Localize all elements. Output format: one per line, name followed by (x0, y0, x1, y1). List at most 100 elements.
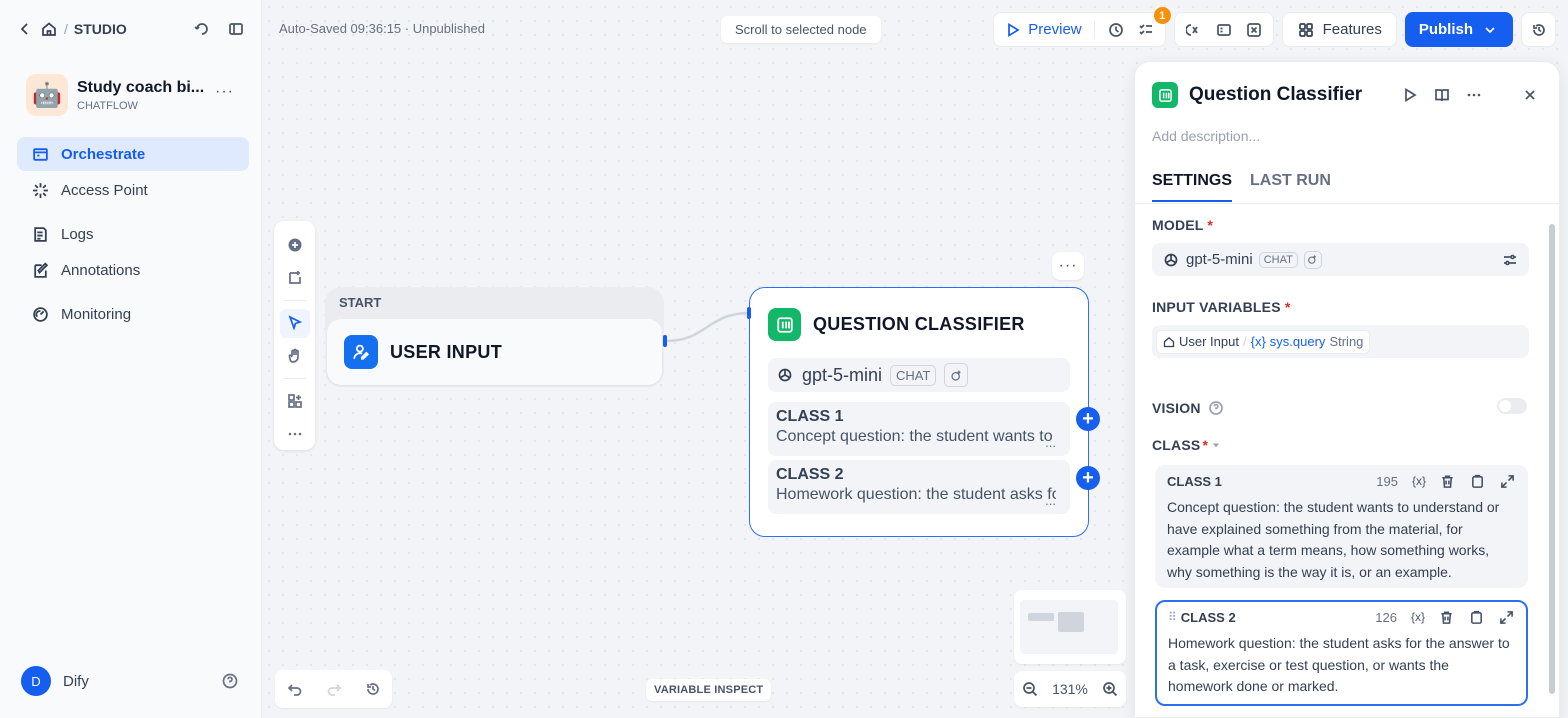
drag-handle-icon[interactable]: ⠿ (1168, 610, 1177, 624)
vision-toggle[interactable] (1497, 398, 1527, 414)
class-char-count: 195 (1376, 473, 1398, 489)
node-model-display: gpt-5-mini CHAT (768, 358, 1070, 392)
run-history-icon[interactable] (1107, 21, 1125, 39)
publish-label: Publish (1418, 21, 1473, 38)
publish-button[interactable]: Publish (1404, 12, 1513, 47)
home-icon (1163, 336, 1175, 348)
sidebar-item-label: Monitoring (61, 305, 132, 323)
class-2-editor[interactable]: ⠿ CLASS 2 126 {x} Homework question: the… (1155, 600, 1528, 706)
model-selector[interactable]: gpt-5-mini CHAT (1152, 243, 1529, 276)
description-input[interactable]: Add description... (1152, 128, 1260, 144)
organize-blocks-button[interactable] (280, 387, 310, 416)
input-variable-pill[interactable]: User Input / {x} sys.query String (1156, 329, 1371, 354)
class-1-editor[interactable]: CLASS 1 195 {x} Concept question: the st… (1155, 465, 1528, 588)
start-node[interactable]: START USER INPUT (325, 287, 664, 387)
features-icon (1297, 21, 1315, 39)
add-note-button[interactable] (280, 264, 310, 293)
conversation-variable-icon[interactable] (1185, 21, 1203, 39)
close-icon[interactable] (1521, 86, 1539, 104)
copy-icon[interactable] (1467, 608, 1485, 626)
caret-down-icon[interactable] (1210, 436, 1222, 454)
model-label: MODEL * (1152, 217, 1213, 233)
more-icon[interactable] (1465, 86, 1483, 104)
tab-last-run[interactable]: LAST RUN (1250, 172, 1331, 202)
sidebar-item-orchestrate[interactable]: Orchestrate (17, 137, 249, 171)
run-node-icon[interactable] (1401, 86, 1419, 104)
user-input-node[interactable]: USER INPUT (327, 319, 662, 385)
user-account[interactable]: D Dify (21, 666, 89, 696)
class-2-text[interactable]: Homework question: the student asks for … (1168, 633, 1515, 698)
chevron-down-icon (1481, 21, 1499, 39)
variable-name: sys.query (1269, 334, 1326, 349)
zoom-controls: 131% (1014, 671, 1126, 707)
chevron-left-icon[interactable] (16, 20, 34, 38)
global-variable-icon[interactable] (1245, 21, 1263, 39)
insert-variable-icon[interactable]: {x} (1411, 608, 1425, 626)
question-classifier-node[interactable]: QUESTION CLASSIFIER gpt-5-mini CHAT CLAS… (749, 287, 1089, 537)
start-node-output-handle[interactable] (663, 335, 667, 347)
sidebar-item-monitoring[interactable]: Monitoring (17, 297, 249, 331)
organize-icon (286, 392, 304, 410)
hand-mode-button[interactable] (280, 342, 310, 371)
model-settings-icon[interactable] (1501, 251, 1519, 269)
switch-app-icon[interactable] (193, 20, 211, 38)
help-icon[interactable] (221, 672, 239, 690)
panel-title[interactable]: Question Classifier (1189, 84, 1362, 106)
sidebar-item-access-point[interactable]: Access Point (17, 173, 249, 207)
insert-variable-icon[interactable]: {x} (1412, 472, 1426, 490)
checklist-icon[interactable] (1137, 21, 1155, 39)
node-more-button[interactable]: ··· (1052, 252, 1084, 280)
copy-icon[interactable] (1468, 472, 1486, 490)
history-icon[interactable] (364, 680, 382, 698)
zoom-level[interactable]: 131% (1052, 681, 1088, 697)
node-class-preview: Concept question: the student wants to u… (776, 428, 1056, 445)
help-docs-icon[interactable] (1433, 86, 1451, 104)
sidebar-item-annotations[interactable]: Annotations (17, 253, 249, 287)
preview-label: Preview (1028, 21, 1082, 38)
sidebar-item-logs[interactable]: Logs (17, 217, 249, 251)
delete-icon[interactable] (1437, 608, 1455, 626)
zoom-in-icon[interactable] (1101, 680, 1119, 698)
model-name: gpt-5-mini (1186, 251, 1253, 268)
input-variables-label: INPUT VARIABLES * (1152, 299, 1291, 315)
variable-inspect-button[interactable]: VARIABLE INSPECT (646, 679, 772, 701)
minimap[interactable] (1014, 590, 1126, 664)
scroll-to-selected-node-button[interactable]: Scroll to selected node (721, 16, 881, 43)
input-variable-selector[interactable]: User Input / {x} sys.query String (1152, 325, 1529, 358)
features-button[interactable]: Features (1281, 12, 1397, 47)
pointer-mode-button[interactable] (279, 308, 310, 338)
collapse-sidebar-icon[interactable] (227, 20, 245, 38)
panel-scrollbar[interactable] (1547, 214, 1557, 704)
required-mark: * (1202, 437, 1209, 453)
sidebar-nav: Orchestrate Access Point Logs Annotation… (17, 137, 249, 333)
user-name: Dify (63, 672, 89, 690)
tab-settings[interactable]: SETTINGS (1152, 172, 1233, 202)
home-icon[interactable] (40, 20, 58, 38)
class-1-add-branch-button[interactable]: + (1076, 407, 1100, 431)
node-class-2: CLASS 2 Homework question: the student a… (768, 460, 1070, 514)
app-more-icon[interactable]: ··· (215, 83, 234, 101)
zoom-out-icon[interactable] (1021, 680, 1039, 698)
env-variable-icon[interactable] (1215, 21, 1233, 39)
class-1-text[interactable]: Concept question: the student wants to u… (1167, 497, 1516, 583)
node-class-preview: Homework question: the student asks for … (776, 486, 1056, 503)
canvas-toolbox (274, 221, 315, 450)
class-2-add-branch-button[interactable]: + (1076, 466, 1100, 490)
app-card[interactable]: 🤖 Study coach bi... CHATFLOW ··· (26, 73, 246, 117)
openai-icon (1162, 251, 1180, 269)
start-node-label: START (339, 295, 382, 310)
more-tools-button[interactable] (280, 419, 310, 448)
version-history-button[interactable] (1521, 12, 1556, 47)
add-node-button[interactable] (280, 231, 310, 260)
classifier-input-handle[interactable] (747, 307, 751, 319)
variable-type: String (1329, 334, 1364, 349)
expand-icon[interactable] (1498, 472, 1516, 490)
redo-icon[interactable] (325, 680, 343, 698)
breadcrumb-studio[interactable]: STUDIO (74, 21, 127, 37)
expand-icon[interactable] (1497, 608, 1515, 626)
access-point-icon (31, 181, 49, 199)
node-model-name: gpt-5-mini (802, 364, 883, 385)
undo-icon[interactable] (286, 680, 304, 698)
preview-button[interactable]: Preview (1004, 21, 1082, 39)
delete-icon[interactable] (1438, 472, 1456, 490)
